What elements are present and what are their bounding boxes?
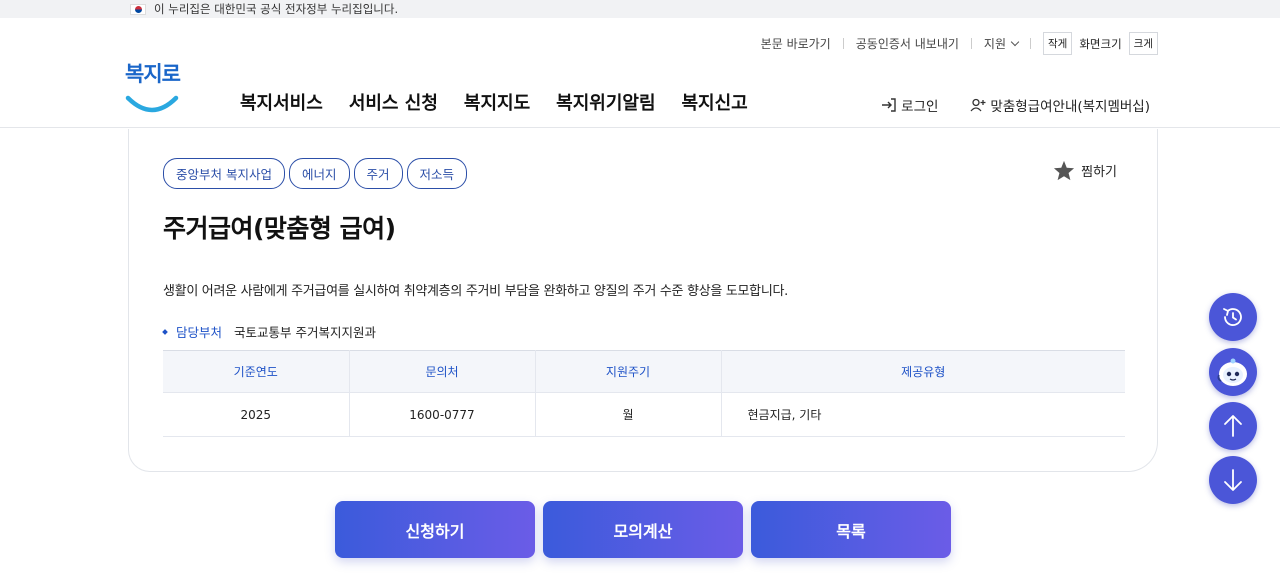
chatbot-button[interactable] <box>1209 348 1257 396</box>
table-row: 2025 1600-0777 월 현금지급, 기타 <box>163 392 1125 437</box>
tag-housing[interactable]: 주거 <box>353 158 403 189</box>
table-cell-type: 현금지급, 기타 <box>721 392 1125 437</box>
table-cell-cycle: 월 <box>535 392 722 437</box>
arrow-down-icon <box>1224 469 1242 491</box>
gov-banner: 이 누리집은 대한민국 공식 전자정부 누리집입니다. <box>0 0 1280 18</box>
logo[interactable]: 복지로 <box>125 58 181 124</box>
logo-text: 복지로 <box>125 62 181 86</box>
department-value: 국토교통부 주거복지지원과 <box>234 325 376 340</box>
favorite-button[interactable]: 찜하기 <box>1053 160 1117 181</box>
nav-item-crisis-alert[interactable]: 복지위기알림 <box>556 89 655 115</box>
service-description: 생활이 어려운 사람에게 주거급여를 실시하여 취약계층의 주거비 부담을 완화… <box>163 284 788 299</box>
table-header-type: 제공유형 <box>721 350 1125 393</box>
membership-link[interactable]: 맞춤형급여안내(복지멤버십) <box>970 95 1150 115</box>
login-label: 로그인 <box>901 99 939 115</box>
user-add-icon <box>970 98 986 112</box>
tag-low-income[interactable]: 저소득 <box>406 158 468 189</box>
chatbot-icon <box>1217 358 1247 386</box>
history-icon <box>1223 308 1242 326</box>
gov-banner-text: 이 누리집은 대한민국 공식 전자정부 누리집입니다. <box>154 2 399 16</box>
nav-item-service-apply[interactable]: 서비스 신청 <box>349 89 438 115</box>
bullet-icon <box>162 328 168 335</box>
divider <box>970 38 972 49</box>
cert-export-link[interactable]: 공동인증서 내보내기 <box>856 35 959 52</box>
logo-smile-icon <box>125 95 179 113</box>
department-label: 담당부처 <box>176 325 223 340</box>
page-title: 주거급여(맞춤형 급여) <box>163 214 396 243</box>
action-buttons: 신청하기 모의계산 목록 <box>335 501 951 558</box>
member-menu: 로그인 맞춤형급여안내(복지멤버십) <box>881 95 1150 115</box>
nav-item-welfare-map[interactable]: 복지지도 <box>464 89 530 115</box>
language-select[interactable]: 지원 <box>983 35 1020 52</box>
login-link[interactable]: 로그인 <box>881 95 938 115</box>
divider <box>1030 38 1032 49</box>
main-nav: 복지서비스 서비스 신청 복지지도 복지위기알림 복지신고 <box>240 89 748 115</box>
font-size-label: 화면크기 <box>1079 36 1122 51</box>
table-cell-contact: 1600-0777 <box>349 392 536 437</box>
language-label: 지원 <box>983 37 1007 51</box>
nav-item-welfare-service[interactable]: 복지서비스 <box>240 89 323 115</box>
membership-label: 맞춤형급여안내(복지멤버십) <box>990 99 1150 115</box>
table-header-year: 기준연도 <box>163 350 350 393</box>
table-cell-year: 2025 <box>163 392 350 437</box>
skip-to-content-link[interactable]: 본문 바로가기 <box>761 35 831 52</box>
service-detail-card: 중앙부처 복지사업 에너지 주거 저소득 찜하기 주거급여(맞춤형 급여) 생활… <box>128 129 1158 472</box>
table-header-contact: 문의처 <box>349 350 536 393</box>
department-row: 담당부처 국토교통부 주거복지지원과 <box>162 322 376 341</box>
star-icon <box>1054 160 1075 181</box>
font-large-button[interactable]: 크게 <box>1128 32 1158 55</box>
scroll-top-button[interactable] <box>1209 402 1257 450</box>
table-header-row: 기준연도 문의처 지원주기 제공유형 <box>163 350 1125 393</box>
tag-central-ministry[interactable]: 중앙부처 복지사업 <box>163 158 285 189</box>
utility-menu: 본문 바로가기 공동인증서 내보내기 지원 작게 화면크기 크게 <box>761 32 1158 55</box>
recent-history-button[interactable] <box>1209 293 1257 341</box>
tag-energy[interactable]: 에너지 <box>288 158 350 189</box>
font-small-button[interactable]: 작게 <box>1043 32 1073 55</box>
simulate-button[interactable]: 모의계산 <box>543 501 743 558</box>
nav-item-welfare-report[interactable]: 복지신고 <box>682 89 748 115</box>
service-info-table: 기준연도 문의처 지원주기 제공유형 2025 1600-0777 월 현금지급… <box>163 350 1125 437</box>
arrow-up-icon <box>1224 415 1242 437</box>
favorite-label: 찜하기 <box>1081 165 1117 180</box>
korea-flag-icon <box>130 3 146 15</box>
divider <box>842 38 844 49</box>
scroll-bottom-button[interactable] <box>1209 456 1257 504</box>
list-button[interactable]: 목록 <box>751 501 951 558</box>
site-header: 본문 바로가기 공동인증서 내보내기 지원 작게 화면크기 크게 복지로 복지서… <box>0 18 1280 128</box>
tag-list: 중앙부처 복지사업 에너지 주거 저소득 <box>163 158 468 189</box>
chevron-down-icon <box>1010 37 1020 47</box>
apply-button[interactable]: 신청하기 <box>335 501 535 558</box>
login-icon <box>882 98 896 112</box>
table-header-cycle: 지원주기 <box>535 350 722 393</box>
